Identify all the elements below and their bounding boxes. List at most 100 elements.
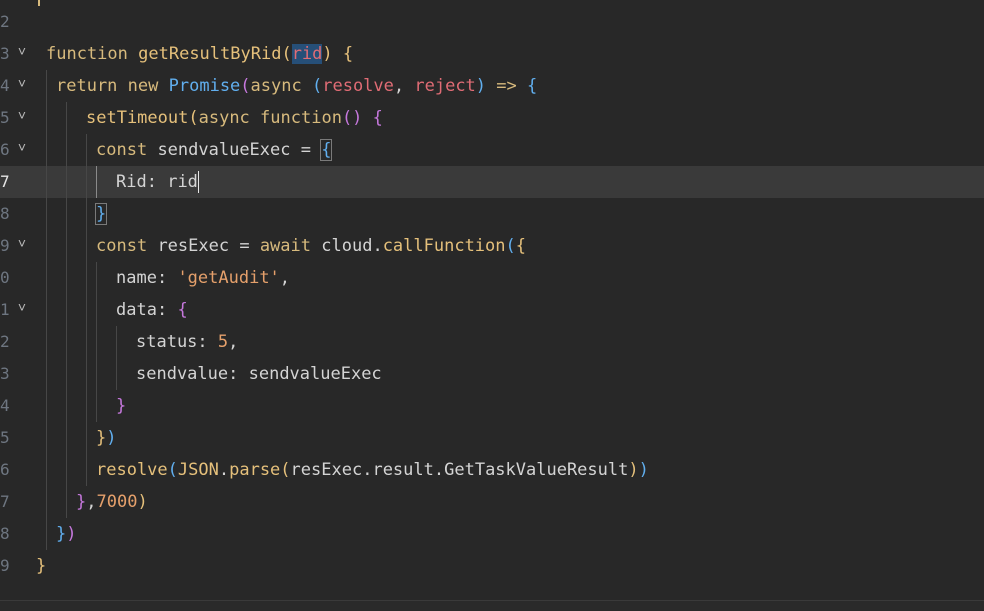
line-number: 5 [0, 428, 10, 447]
indent-guide [116, 326, 117, 358]
indent-guide [86, 262, 87, 294]
line-number: 5 [0, 108, 10, 127]
code-line[interactable]: 9 ˅ const resExec = await cloud.callFunc… [0, 230, 984, 262]
code-text: } [116, 396, 127, 416]
fold-chevron-icon[interactable]: ˅ [16, 134, 28, 162]
code-line[interactable]: 3 sendvalue: sendvalueExec [0, 358, 984, 390]
indent-guide [96, 262, 97, 294]
line-number: 9 [0, 236, 10, 255]
indent-guide [66, 358, 67, 390]
line-number: 3 [0, 364, 10, 383]
indent-guide [46, 102, 47, 134]
code-text: sendvalue: sendvalueExec [136, 364, 382, 384]
indent-guide [46, 134, 47, 166]
indent-guide [96, 358, 97, 390]
code-text: const resExec = await cloud.callFunction… [96, 236, 527, 256]
indent-guide [66, 486, 67, 518]
indent-guide [86, 454, 87, 486]
code-line[interactable]: 1 ˅ data: { [0, 294, 984, 326]
code-line[interactable]: 6 resolve(JSON.parse(resExec.result.GetT… [0, 454, 984, 486]
horizontal-scrollbar[interactable] [0, 600, 984, 611]
indent-guide [46, 486, 47, 518]
indent-guide [46, 294, 47, 326]
code-line[interactable]: 3 ˅ function getResultByRid(rid) { [0, 38, 984, 70]
code-text: data: { [116, 300, 188, 320]
line-number: 6 [0, 140, 10, 159]
code-editor[interactable]: 2 3 ˅ function getResultByRid(rid) { 4 ˅… [0, 0, 984, 611]
code-text: } [36, 556, 47, 576]
indent-guide [66, 166, 67, 198]
indent-guide [86, 326, 87, 358]
line-number: 6 [0, 460, 10, 479]
fold-chevron-icon[interactable]: ˅ [16, 294, 28, 322]
code-text: Rid: rid [116, 171, 199, 193]
fold-chevron-icon[interactable]: ˅ [16, 38, 28, 66]
line-number: 9 [0, 556, 10, 575]
indent-guide [46, 358, 47, 390]
indent-guide [46, 198, 47, 230]
indent-guide [66, 198, 67, 230]
line-number: 3 [0, 44, 10, 63]
code-line[interactable]: 4 ˅ return new Promise(async (resolve, r… [0, 70, 984, 102]
code-line[interactable]: 0 name: 'getAudit', [0, 262, 984, 294]
indent-guide [66, 102, 67, 134]
line-number: 4 [0, 76, 10, 95]
code-text: resolve(JSON.parse(resExec.result.GetTas… [96, 460, 649, 480]
indent-guide [116, 358, 117, 390]
code-line-current[interactable]: 7 Rid: rid [0, 166, 984, 198]
indent-guide [46, 518, 47, 550]
indent-guide [86, 166, 87, 198]
indent-guide [66, 422, 67, 454]
indent-guide [86, 198, 87, 230]
text-cursor [197, 171, 199, 193]
code-line[interactable]: 8 } [0, 198, 984, 230]
code-text: }) [56, 524, 77, 544]
code-text: name: 'getAudit', [116, 268, 291, 288]
code-text: status: 5, [136, 332, 239, 352]
indent-guide [66, 390, 67, 422]
indent-guide [66, 134, 67, 166]
indent-guide [46, 390, 47, 422]
line-number: 7 [0, 492, 10, 511]
indent-guide [46, 166, 47, 198]
fold-chevron-icon[interactable]: ˅ [16, 70, 28, 98]
code-line[interactable]: 7 },7000) [0, 486, 984, 518]
indent-guide [46, 454, 47, 486]
indent-guide [86, 390, 87, 422]
indent-guide [46, 70, 47, 102]
code-text: },7000) [76, 492, 148, 512]
indent-guide [66, 230, 67, 262]
indent-guide [46, 326, 47, 358]
code-line[interactable]: 8 }) [0, 518, 984, 550]
code-line[interactable]: 4 } [0, 390, 984, 422]
code-line[interactable]: 5 }) [0, 422, 984, 454]
code-text: const sendvalueExec = { [96, 139, 333, 161]
fold-chevron-icon[interactable]: ˅ [16, 102, 28, 130]
code-text: setTimeout(async function() { [86, 108, 383, 128]
indent-guide [66, 294, 67, 326]
code-text: }) [96, 428, 117, 448]
indent-guide [46, 422, 47, 454]
indent-guide [86, 358, 87, 390]
fold-chevron-icon[interactable]: ˅ [16, 230, 28, 258]
indent-guide [86, 134, 87, 166]
code-line[interactable]: 2 status: 5, [0, 326, 984, 358]
indent-guide [96, 326, 97, 358]
code-text: return new Promise(async (resolve, rejec… [56, 76, 538, 96]
indent-guide [66, 262, 67, 294]
code-text: function getResultByRid(rid) { [46, 44, 354, 64]
line-number: 1 [0, 300, 10, 319]
code-line[interactable]: 6 ˅ const sendvalueExec = { [0, 134, 984, 166]
line-number: 0 [0, 268, 10, 287]
line-number: 2 [0, 12, 10, 31]
code-line[interactable]: 9 } [0, 550, 984, 582]
line-number: 7 [0, 172, 10, 191]
code-line[interactable]: 5 ˅ setTimeout(async function() { [0, 102, 984, 134]
indent-guide [96, 294, 97, 326]
line-number: 8 [0, 204, 10, 223]
indent-guide [86, 230, 87, 262]
code-text: } [94, 203, 108, 225]
code-line[interactable]: 2 [0, 6, 984, 38]
indent-guide [96, 390, 97, 422]
indent-guide [46, 262, 47, 294]
